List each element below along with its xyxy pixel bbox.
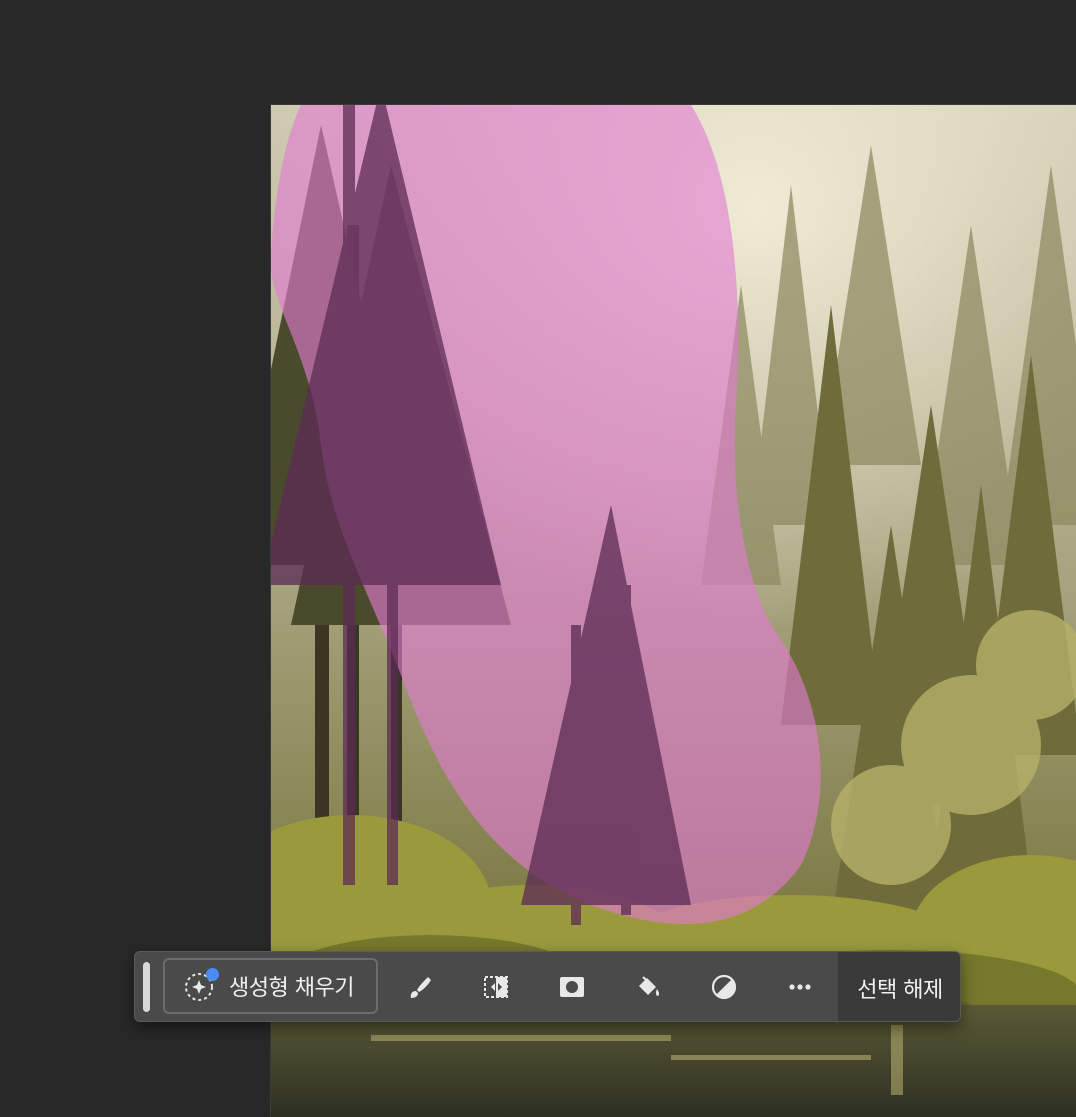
generative-fill-button[interactable]: 생성형 채우기 [163, 958, 378, 1014]
contextual-task-bar: 생성형 채우기 선택 해제 [134, 951, 961, 1022]
generative-fill-icon [183, 968, 219, 1003]
invert-selection-button[interactable] [476, 968, 516, 1006]
drag-handle[interactable] [143, 962, 150, 1012]
more-options-button[interactable] [780, 968, 820, 1006]
adjustment-layer-button[interactable] [704, 968, 744, 1006]
modify-selection-button[interactable] [400, 968, 440, 1006]
deselect-button[interactable]: 선택 해제 [838, 952, 960, 1021]
create-mask-icon [560, 977, 584, 997]
create-mask-button[interactable] [552, 968, 592, 1006]
modify-selection-icon [410, 977, 431, 998]
generative-fill-label: 생성형 채우기 [229, 976, 354, 1001]
fill-selection-button[interactable] [628, 968, 668, 1006]
invert-selection-icon [484, 976, 508, 998]
new-feature-dot [206, 968, 219, 981]
adjustment-layer-icon [711, 974, 737, 1000]
fill-bucket-icon [639, 976, 660, 996]
more-options-icon [789, 984, 811, 990]
